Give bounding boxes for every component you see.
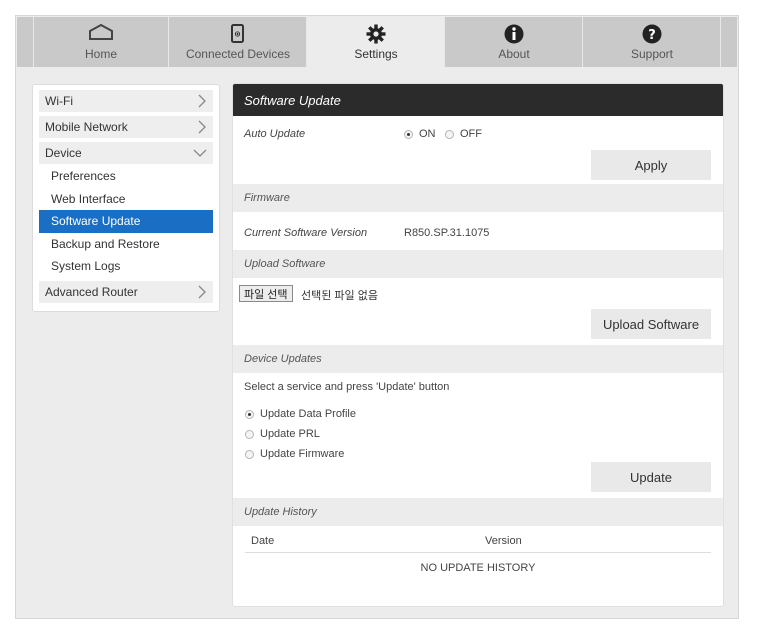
page-title: Software Update <box>233 84 723 116</box>
sidebar-item-label: Wi-Fi <box>45 94 73 108</box>
device-updates-section-header: Device Updates <box>233 345 723 373</box>
update-data-profile-radio[interactable]: Update Data Profile <box>245 408 356 420</box>
history-col-version: Version <box>485 535 522 547</box>
firmware-section-header: Firmware <box>233 184 723 212</box>
info-icon <box>504 24 524 47</box>
auto-update-off-radio[interactable]: OFF <box>445 128 482 140</box>
auto-update-label: Auto Update <box>244 128 306 140</box>
upload-section-header: Upload Software <box>233 250 723 278</box>
choose-file-button[interactable]: 파일 선택 <box>239 285 293 302</box>
gear-icon <box>366 24 386 47</box>
chevron-down-icon <box>193 149 207 157</box>
tab-label: Connected Devices <box>185 47 291 61</box>
history-table-header: Date Version <box>245 535 711 553</box>
apply-button[interactable]: Apply <box>591 150 711 180</box>
sidebar-item-label: Advanced Router <box>45 284 138 299</box>
tab-label: Support <box>630 47 674 61</box>
tab-label: Settings <box>354 47 398 61</box>
radio-icon <box>245 409 254 419</box>
update-firmware-radio[interactable]: Update Firmware <box>245 448 344 460</box>
radio-label: Update Data Profile <box>260 408 356 420</box>
update-prl-radio[interactable]: Update PRL <box>245 428 320 440</box>
current-version-label: Current Software Version <box>244 227 368 239</box>
chevron-right-icon <box>198 120 206 134</box>
radio-icon <box>404 129 413 139</box>
tab-label: About <box>498 47 530 61</box>
help-icon: ? <box>642 24 662 47</box>
radio-label: ON <box>419 128 436 140</box>
svg-text:?: ? <box>648 28 656 43</box>
sidebar-item-web-interface[interactable]: Web Interface <box>39 188 213 211</box>
tab-settings[interactable]: Settings <box>307 17 445 67</box>
sidebar-item-software-update[interactable]: Software Update <box>39 210 213 233</box>
update-button[interactable]: Update <box>591 462 711 492</box>
radio-label: Update PRL <box>260 428 320 440</box>
tab-connected-devices[interactable]: 0 Connected Devices <box>169 17 307 67</box>
tab-label: Home <box>84 47 117 61</box>
radio-icon <box>245 449 254 459</box>
chevron-right-icon <box>198 94 206 108</box>
chevron-right-icon <box>198 285 206 298</box>
file-status-text: 선택된 파일 없음 <box>301 290 378 302</box>
sidebar-item-device[interactable]: Device <box>39 142 213 164</box>
sidebar-item-mobile-network[interactable]: Mobile Network <box>39 116 213 138</box>
home-icon <box>88 23 114 43</box>
tab-support[interactable]: ? Support <box>583 17 721 67</box>
history-empty-message: NO UPDATE HISTORY <box>420 562 536 574</box>
tab-about[interactable]: About <box>445 17 583 67</box>
current-version-value: R850.SP.31.1075 <box>404 227 490 239</box>
radio-icon <box>245 429 254 439</box>
history-col-date: Date <box>251 535 275 547</box>
radio-label: OFF <box>460 128 482 140</box>
devices-icon: 0 <box>230 24 246 47</box>
update-history-section-header: Update History <box>233 498 723 526</box>
tab-home[interactable]: Home <box>33 17 169 67</box>
radio-label: Update Firmware <box>260 448 345 460</box>
software-update-panel: Software Update Auto Update ON OFF Apply… <box>232 83 724 607</box>
sidebar-item-backup-restore[interactable]: Backup and Restore <box>39 233 213 256</box>
sidebar-item-label: Device <box>45 146 82 160</box>
upload-software-button[interactable]: Upload Software <box>591 309 711 339</box>
radio-icon <box>445 129 454 139</box>
top-nav: Home 0 Connected Devices Settings About … <box>17 17 737 67</box>
sidebar-item-system-logs[interactable]: System Logs <box>39 255 213 278</box>
svg-text:0: 0 <box>236 32 239 38</box>
sidebar-item-advanced-router[interactable]: Advanced Router <box>39 280 213 303</box>
sidebar-item-label: Mobile Network <box>45 120 128 134</box>
sidebar-item-preferences[interactable]: Preferences <box>39 165 213 188</box>
device-updates-instruction: Select a service and press 'Update' butt… <box>244 381 450 393</box>
sidebar: Wi-Fi Mobile Network Device Preferences … <box>32 84 220 312</box>
auto-update-on-radio[interactable]: ON <box>404 128 436 140</box>
sidebar-item-wifi[interactable]: Wi-Fi <box>39 90 213 112</box>
